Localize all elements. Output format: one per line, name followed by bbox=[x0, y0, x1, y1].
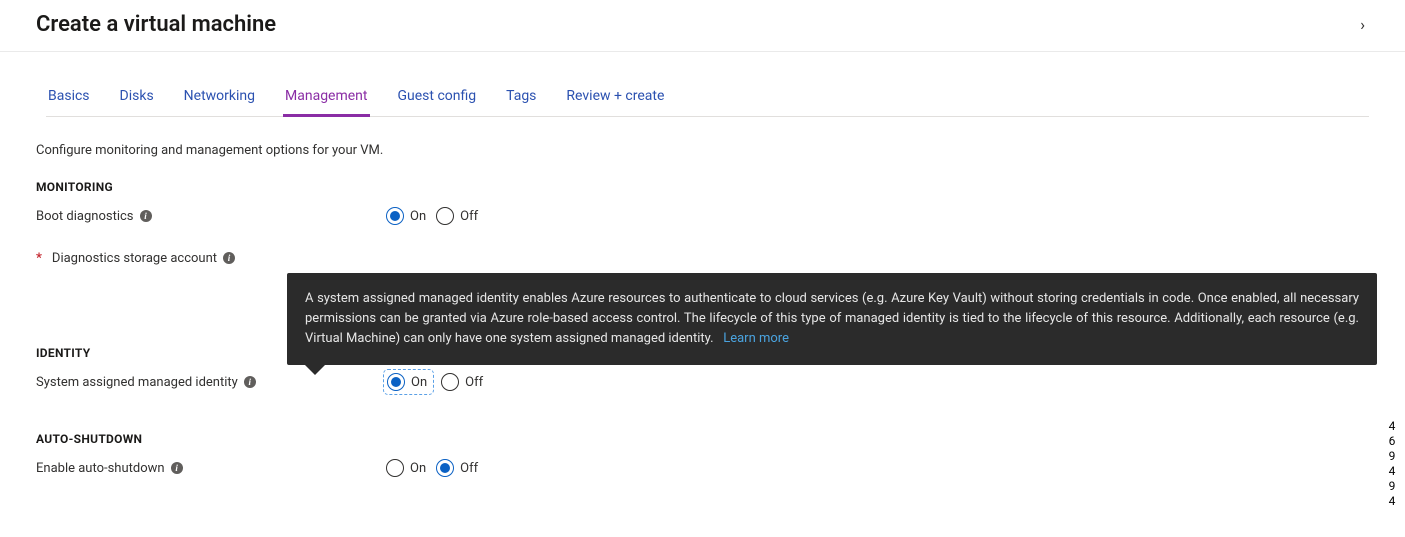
label-boot-diagnostics: Boot diagnostics i bbox=[36, 209, 356, 224]
info-icon[interactable]: i bbox=[244, 376, 256, 388]
info-icon[interactable]: i bbox=[171, 462, 183, 474]
tab-management[interactable]: Management bbox=[283, 82, 369, 117]
label-diag-storage: * Diagnostics storage account i bbox=[36, 251, 356, 266]
label-diag-storage-text: Diagnostics storage account bbox=[52, 251, 217, 266]
row-diag-storage: * Diagnostics storage account i bbox=[36, 244, 1369, 272]
radio-sami-on[interactable]: On bbox=[387, 373, 427, 391]
controls-autoshutdown: On Off bbox=[386, 459, 478, 477]
info-icon[interactable]: i bbox=[140, 210, 152, 222]
tab-networking[interactable]: Networking bbox=[182, 82, 257, 117]
label-sami-text: System assigned managed identity bbox=[36, 375, 238, 390]
figure-number: 469494 bbox=[1385, 419, 1399, 509]
focus-ring: On bbox=[386, 372, 431, 392]
info-icon[interactable]: i bbox=[223, 252, 235, 264]
row-autoshutdown: Enable auto-shutdown i On Off bbox=[36, 454, 1369, 482]
label-autoshutdown-text: Enable auto-shutdown bbox=[36, 461, 165, 476]
radio-label-off: Off bbox=[465, 375, 483, 390]
tooltip-sami: A system assigned managed identity enabl… bbox=[287, 273, 1377, 365]
tab-basics[interactable]: Basics bbox=[46, 82, 92, 117]
section-title-autoshutdown: AUTO-SHUTDOWN bbox=[36, 432, 1369, 446]
radio-icon bbox=[441, 373, 459, 391]
section-title-monitoring: MONITORING bbox=[36, 180, 1369, 194]
row-sami: System assigned managed identity i On Of… bbox=[36, 368, 1369, 396]
controls-sami: On Off bbox=[386, 372, 483, 392]
label-sami: System assigned managed identity i bbox=[36, 375, 356, 390]
radio-label-on: On bbox=[410, 209, 426, 224]
tab-tags[interactable]: Tags bbox=[504, 82, 538, 117]
tooltip-text: A system assigned managed identity enabl… bbox=[305, 291, 1359, 346]
page-header: Create a virtual machine › bbox=[0, 0, 1405, 52]
label-autoshutdown: Enable auto-shutdown i bbox=[36, 461, 356, 476]
radio-label-off: Off bbox=[460, 461, 478, 476]
radio-icon bbox=[436, 459, 454, 477]
tab-review-create[interactable]: Review + create bbox=[564, 82, 666, 117]
label-boot-diagnostics-text: Boot diagnostics bbox=[36, 209, 134, 224]
radio-boot-diagnostics-on[interactable]: On bbox=[386, 207, 426, 225]
required-asterisk-icon: * bbox=[36, 251, 42, 266]
radio-boot-diagnostics-off[interactable]: Off bbox=[436, 207, 478, 225]
tabs-bar: Basics Disks Networking Management Guest… bbox=[46, 82, 1369, 117]
page-title: Create a virtual machine bbox=[36, 12, 276, 37]
radio-label-on: On bbox=[410, 461, 426, 476]
radio-icon bbox=[386, 459, 404, 477]
tab-disks[interactable]: Disks bbox=[118, 82, 156, 117]
radio-autoshutdown-on[interactable]: On bbox=[386, 459, 426, 477]
radio-icon bbox=[386, 207, 404, 225]
chevron-right-icon[interactable]: › bbox=[1360, 15, 1369, 34]
radio-icon bbox=[387, 373, 405, 391]
radio-autoshutdown-off[interactable]: Off bbox=[436, 459, 478, 477]
tab-guest-config[interactable]: Guest config bbox=[396, 82, 479, 117]
intro-text: Configure monitoring and management opti… bbox=[36, 143, 1369, 158]
radio-icon bbox=[436, 207, 454, 225]
radio-label-off: Off bbox=[460, 209, 478, 224]
controls-boot-diagnostics: On Off bbox=[386, 207, 478, 225]
radio-sami-off[interactable]: Off bbox=[441, 373, 483, 391]
radio-label-on: On bbox=[411, 375, 427, 390]
row-boot-diagnostics: Boot diagnostics i On Off bbox=[36, 202, 1369, 230]
learn-more-link[interactable]: Learn more bbox=[723, 331, 789, 346]
tooltip-beak-icon bbox=[305, 365, 325, 375]
